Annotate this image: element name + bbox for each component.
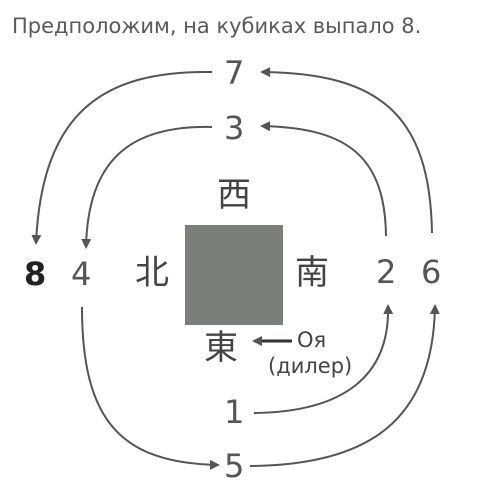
title: Предположим, на кубиках выпало 8. — [12, 14, 422, 38]
diagram: Предположим, на кубиках выпало 8. 7 3 8 … — [0, 0, 483, 499]
number-3: 3 — [224, 109, 245, 147]
number-1: 1 — [224, 393, 245, 431]
arrow-4-to-5 — [81, 306, 220, 470]
number-2: 2 — [376, 253, 397, 291]
number-8: 8 — [24, 255, 47, 293]
number-7: 7 — [224, 54, 245, 92]
wind-east: 東 — [204, 328, 238, 368]
arrow-6-to-7 — [260, 67, 433, 234]
mahjong-table — [185, 225, 283, 325]
wind-south: 南 — [295, 253, 329, 293]
wind-west: 西 — [217, 175, 251, 215]
dealer-label: Оя — [297, 328, 327, 352]
number-5: 5 — [224, 447, 245, 485]
arrow-2-to-3 — [260, 121, 387, 237]
dealer-sublabel: (дилер) — [268, 354, 353, 378]
wind-north: 北 — [135, 253, 169, 293]
number-4: 4 — [71, 255, 92, 293]
number-6: 6 — [421, 253, 442, 291]
arrow-5-to-6 — [249, 304, 440, 467]
arrow-7-to-8 — [31, 70, 213, 245]
